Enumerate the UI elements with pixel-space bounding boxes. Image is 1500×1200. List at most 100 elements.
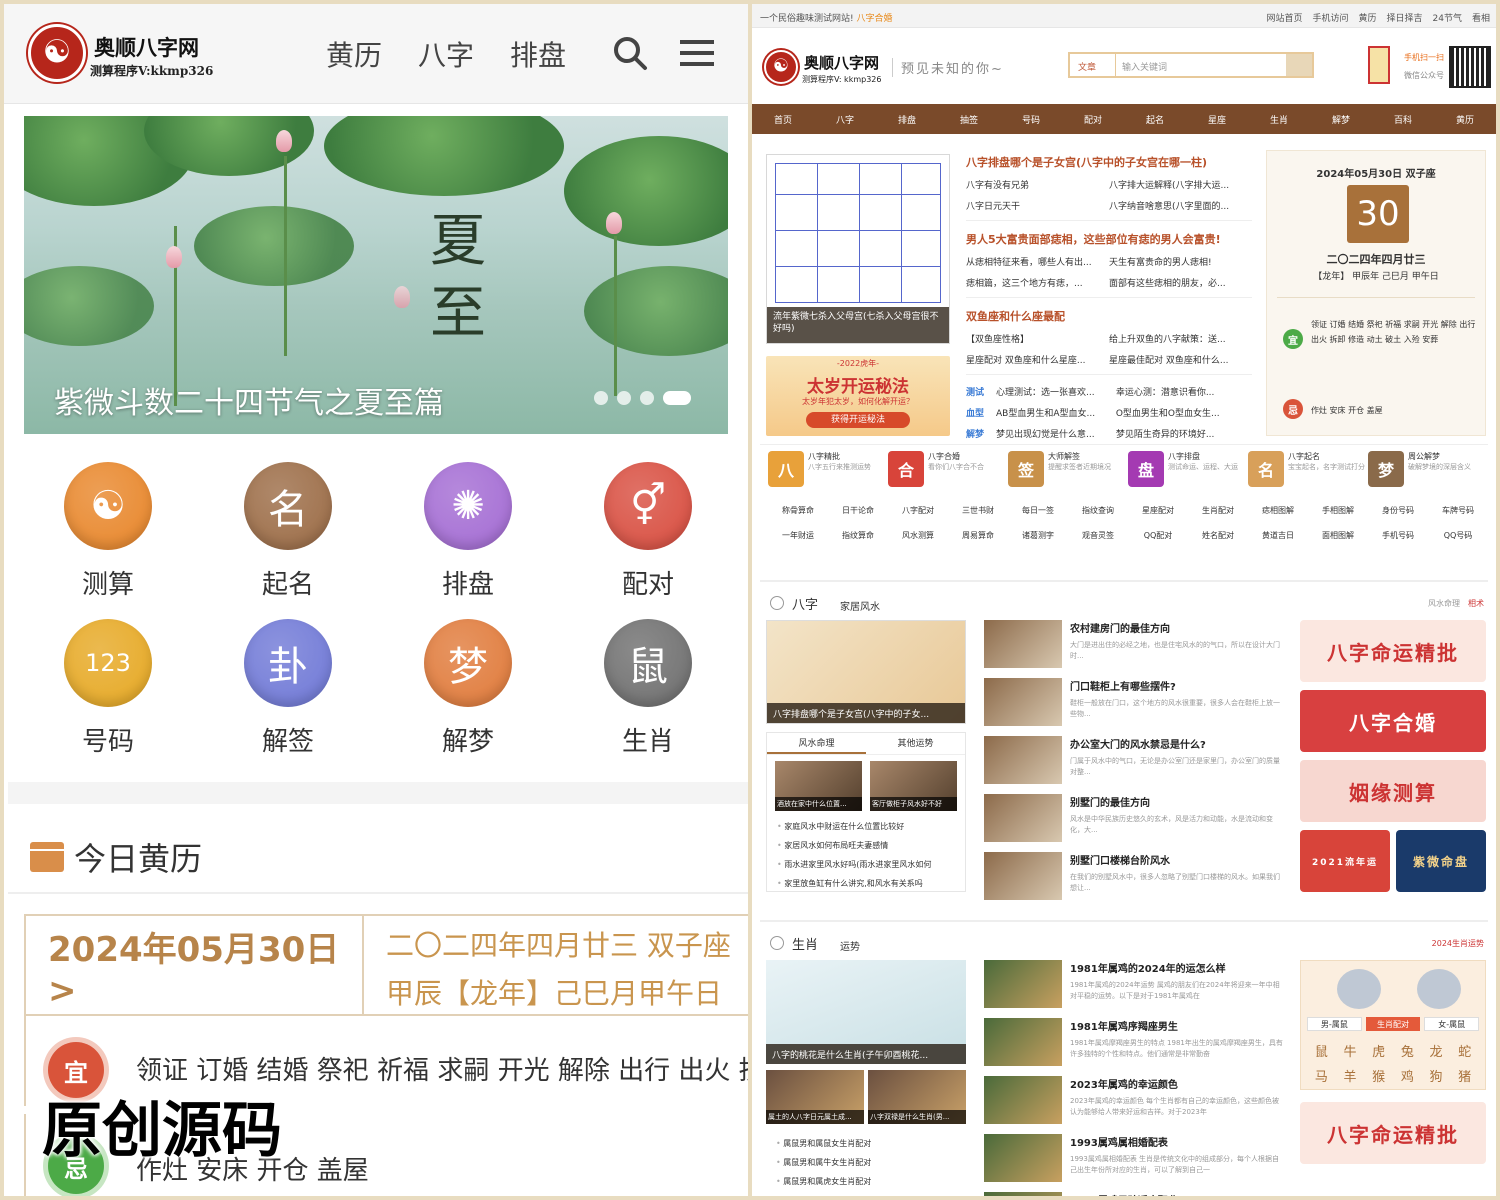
image-caption[interactable]: 八字排盘哪个是子女宫(八字中的子女... <box>767 703 965 723</box>
list-item[interactable]: 办公室大门的风水禁忌是什么? 门属于风水中的气口，无论是办公室门还是家里门，办公室… <box>984 736 1284 794</box>
grid-item-2[interactable]: ✺ 排盘 <box>378 462 558 601</box>
thumb-image[interactable]: 客厅做柜子风水好不好 <box>870 761 957 811</box>
link-xiangshu[interactable]: 相术 <box>1468 599 1484 608</box>
zodiac-animal[interactable]: 牛 <box>1336 1041 1365 1060</box>
logo-icon[interactable] <box>28 24 86 82</box>
article-thumb-image[interactable] <box>984 1018 1062 1066</box>
list-item[interactable]: 1993属鸡属相婚配表 1993属鸡属相婚配表 生肖是传统文化中的组成部分，每个人… <box>984 1134 1284 1192</box>
app-item[interactable]: 梦周公解梦 破解梦境的深层含义 <box>1368 451 1488 487</box>
search-button[interactable] <box>1286 54 1312 76</box>
nav-item-bazi[interactable]: 八字 <box>418 34 474 74</box>
tag-link[interactable]: 诸葛测字 <box>1008 530 1068 541</box>
app-item[interactable]: 签大师解签 提醒求签者近期境况 <box>1008 451 1128 487</box>
item-title[interactable]: 门口鞋柜上有哪些摆件? <box>1070 678 1284 693</box>
search-category-select[interactable]: 文章 <box>1070 54 1116 76</box>
feature-caption[interactable]: 流年紫微七杀入父母宫(七杀入父母宫很不好吗) <box>767 307 949 343</box>
image-caption[interactable]: 八字的桃花是什么生肖(子午卯酉桃花... <box>766 1044 966 1064</box>
app-item[interactable]: 盘八字排盘 测试命运、运程、大运 <box>1128 451 1248 487</box>
app-item[interactable]: 八八字精批 八字五行来推测运势 <box>768 451 888 487</box>
tag-link[interactable]: QQ配对 <box>1128 530 1188 541</box>
article-link[interactable]: 八字排大运解释(八字排大运... <box>1109 178 1252 191</box>
welcome-link[interactable]: 八字合婚 <box>856 14 892 24</box>
female-zodiac-select[interactable]: 女-属鼠 <box>1424 1017 1480 1031</box>
nav-item[interactable]: 配对 <box>1062 113 1124 126</box>
search-input[interactable]: 输入关键词 <box>1122 60 1167 73</box>
app-name[interactable]: 八字排盘 <box>1168 451 1238 462</box>
ad-button[interactable]: 获得开运秘法 <box>806 412 910 428</box>
grid-item-5[interactable]: 卦解签 <box>198 619 378 758</box>
category-tag[interactable]: 解梦 <box>966 427 996 440</box>
article-thumb-image[interactable] <box>984 1134 1062 1182</box>
zodiac-animal[interactable]: 狗 <box>1422 1066 1451 1085</box>
banner-caption[interactable]: 紫微斗数二十四节气之夏至篇 <box>54 378 444 422</box>
article-link[interactable]: 梦见出现幻觉是什么意... <box>996 430 1095 440</box>
article-headline[interactable]: 男人5大富贵面部痣相，这些部位有痣的男人会富贵! <box>966 231 1252 247</box>
article-headline[interactable]: 双鱼座和什么座最配 <box>966 308 1252 324</box>
article-link[interactable]: 幸运心测：潜意识看你... <box>1116 385 1252 398</box>
tag-link[interactable]: 周易算命 <box>948 530 1008 541</box>
tag-link[interactable]: 痣相图解 <box>1248 505 1308 516</box>
tag-link[interactable]: 称骨算命 <box>768 505 828 516</box>
section-title[interactable]: 生肖 <box>792 934 818 953</box>
zodiac-animal[interactable]: 马 <box>1307 1066 1336 1085</box>
article-link[interactable]: 星座配对 双鱼座和什么星座... <box>966 353 1109 366</box>
nav-item-almanac[interactable]: 黄历 <box>326 34 382 74</box>
article-link[interactable]: O型血男生和O型血女生... <box>1116 406 1252 419</box>
solar-date-link[interactable]: 2024年05月30日 > <box>26 916 364 1016</box>
thumb-image[interactable]: 属土的人八字日元属土成... <box>766 1070 864 1124</box>
grid-item-6[interactable]: 梦解梦 <box>378 619 558 758</box>
ad-marriage-test[interactable]: 姻缘测算 <box>1300 760 1486 822</box>
logo-icon[interactable] <box>764 50 798 84</box>
article-thumb-image[interactable] <box>984 678 1062 726</box>
tag-link[interactable]: 姓名配对 <box>1188 530 1248 541</box>
tag-link[interactable]: 八字配对 <box>888 505 948 516</box>
item-title[interactable]: 1993属鸡属相婚配表 <box>1070 1134 1284 1149</box>
tag-link[interactable]: 风水测算 <box>888 530 948 541</box>
zodiac-animal[interactable]: 猴 <box>1364 1066 1393 1085</box>
link-zodiac-luck[interactable]: 2024生肖运势 <box>1432 939 1484 948</box>
item-title[interactable]: 1981年属鸡序羯座男生 <box>1070 1018 1284 1033</box>
article-link[interactable]: AB型血男生和A型血女... <box>996 409 1095 419</box>
nav-item[interactable]: 八字 <box>814 113 876 126</box>
article-link[interactable]: 心理测试：选一张喜欢... <box>996 388 1095 398</box>
article-thumb-image[interactable] <box>984 1192 1062 1196</box>
article-link[interactable]: 痣相篇，这三个地方有痣，... <box>966 276 1109 289</box>
nav-item[interactable]: 百科 <box>1372 113 1434 126</box>
carousel-dot[interactable] <box>594 391 608 405</box>
article-link[interactable]: 八字有没有兄弟 <box>966 178 1109 191</box>
ad-banner[interactable]: -2022虎年- 太岁开运秘法 太岁年犯太岁，如何化解开运？ 获得开运秘法 <box>766 356 950 436</box>
article-link[interactable]: 八字日元天干 <box>966 199 1109 212</box>
grid-item-4[interactable]: 123 号码 <box>18 619 198 758</box>
tag-link[interactable]: 车牌号码 <box>1428 505 1488 516</box>
list-item[interactable]: 家里放鱼缸有什么讲究,和风水有关系吗 <box>777 874 955 893</box>
article-link[interactable]: 从痣相特征来看，哪些人有出... <box>966 255 1109 268</box>
zodiac-image[interactable]: 八字的桃花是什么生肖(子午卯酉桃花... <box>766 960 966 1064</box>
article-thumb-image[interactable] <box>984 736 1062 784</box>
carousel-dot[interactable] <box>663 391 691 405</box>
list-item[interactable]: 2023年属鸡的幸运颜色 2023年属鸡的幸运颜色 每个生肖都有自己的幸运颜色，这… <box>984 1076 1284 1134</box>
category-tag[interactable]: 测试 <box>966 385 996 398</box>
list-item[interactable]: 2005属鸡男孩适合职业 <box>984 1192 1284 1196</box>
menu-icon[interactable] <box>680 40 714 66</box>
article-thumb-image[interactable] <box>984 794 1062 842</box>
tab-other-luck[interactable]: 其他运势 <box>866 733 965 754</box>
pair-button[interactable]: 生肖配对 <box>1365 1017 1421 1031</box>
tag-link[interactable]: 观音灵签 <box>1068 530 1128 541</box>
ad-bazi-review[interactable]: 八字命运精批 <box>1300 620 1486 682</box>
top-link-mobile[interactable]: 手机访问 <box>1312 11 1348 24</box>
app-name[interactable]: 八字起名 <box>1288 451 1365 462</box>
list-item[interactable]: 属鼠男和属牛女生肖配对 <box>776 1153 956 1172</box>
tag-link[interactable]: 黄道吉日 <box>1248 530 1308 541</box>
top-link-physiognomy[interactable]: 看相 <box>1472 11 1490 24</box>
list-item[interactable]: 农村建房门的最佳方向 大门是进出住的必经之地，也是住宅风水的的气口，所以在设计大门… <box>984 620 1284 678</box>
top-link-solar-terms[interactable]: 24节气 <box>1433 11 1462 24</box>
zodiac-animal[interactable]: 鸡 <box>1393 1066 1422 1085</box>
tag-link[interactable]: 指纹查询 <box>1068 505 1128 516</box>
grid-item-3[interactable]: ⚥ 配对 <box>558 462 738 601</box>
list-item[interactable]: 雨水进家里风水好吗(雨水进家里风水如何 <box>777 855 955 874</box>
tag-link[interactable]: 三世书财 <box>948 505 1008 516</box>
article-link[interactable]: 星座最佳配对 双鱼座和什么... <box>1109 353 1252 366</box>
nav-item[interactable]: 首页 <box>752 113 814 126</box>
zodiac-animal[interactable]: 猪 <box>1450 1066 1479 1085</box>
list-item[interactable]: 1981年属鸡序羯座男生 1981年属鸡摩羯座男生的特点 1981年出生的属鸡摩羯… <box>984 1018 1284 1076</box>
